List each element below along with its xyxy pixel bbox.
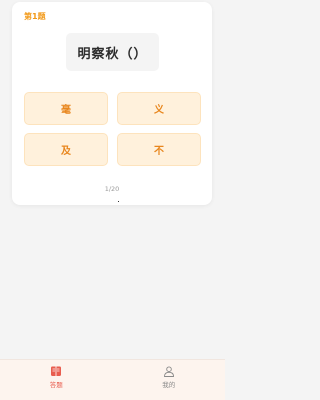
bottom-tab-bar: 答题 我的 (0, 359, 225, 400)
question-number: 第1题 (24, 12, 46, 21)
option-button[interactable]: 义 (117, 92, 201, 125)
book-icon (51, 366, 62, 376)
answer-options: 毫 义 及 不 (24, 92, 201, 166)
question-card: 第1题 明察秋（） 毫 义 及 不 1/20 (12, 2, 212, 205)
question-progress: 1/20 (104, 185, 120, 193)
option-button[interactable]: 毫 (24, 92, 108, 125)
tab-mine-label: 我的 (162, 381, 176, 389)
user-icon (163, 366, 174, 377)
option-button[interactable]: 不 (117, 133, 201, 166)
option-button[interactable]: 及 (24, 133, 108, 166)
tab-answer-label: 答题 (49, 381, 63, 389)
cursor-dot (118, 201, 119, 202)
tab-mine[interactable]: 我的 (113, 360, 226, 400)
tab-answer[interactable]: 答题 (0, 360, 113, 400)
question-prompt: 明察秋（） (66, 33, 159, 71)
